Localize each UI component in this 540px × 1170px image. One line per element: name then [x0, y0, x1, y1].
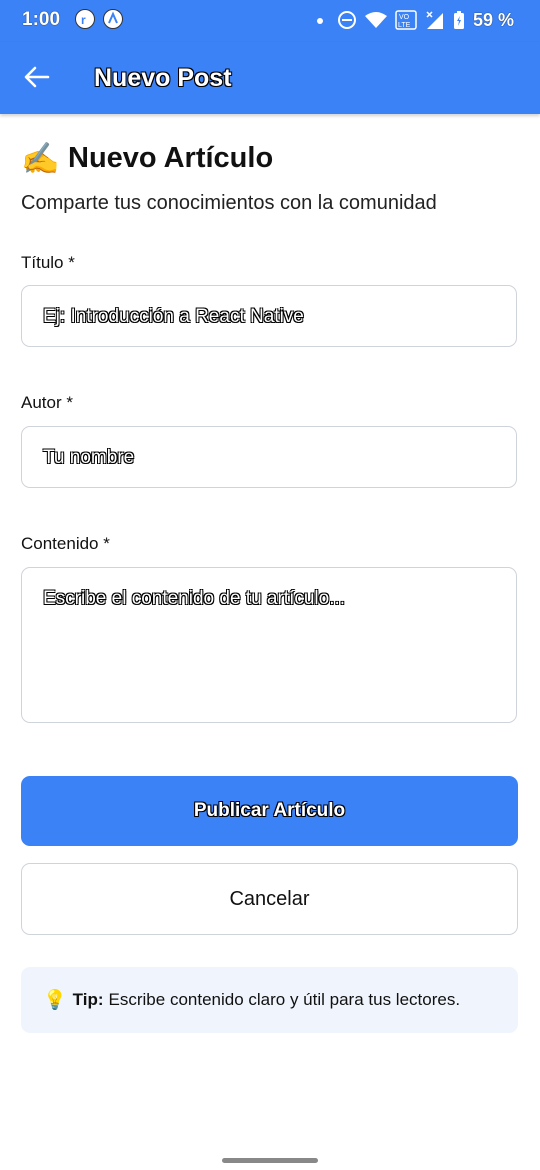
status-bar: 1:00 r VO LTE 59 % — [0, 0, 540, 42]
page-title: Nuevo Artículo — [68, 142, 274, 174]
author-label: Autor * — [21, 393, 73, 412]
title-input[interactable]: Ej: Introducción a React Native — [21, 285, 517, 347]
volte-icon: VO LTE — [395, 10, 417, 30]
page-heading: ✍️ Nuevo Artículo — [21, 140, 273, 177]
cancel-button[interactable]: Cancelar — [21, 863, 518, 935]
arrow-left-icon[interactable] — [22, 62, 52, 92]
tip-text: Escribe contenido claro y útil para tus … — [108, 990, 461, 1009]
dnd-icon — [337, 11, 356, 29]
app-r-icon: r — [75, 9, 95, 29]
svg-text:LTE: LTE — [398, 22, 411, 29]
content-placeholder: Escribe el contenido de tu artículo... — [43, 588, 346, 609]
author-input[interactable]: Tu nombre — [21, 426, 517, 488]
notification-dot-icon — [317, 18, 323, 24]
publish-button[interactable]: Publicar Artículo — [21, 776, 518, 846]
author-placeholder: Tu nombre — [43, 447, 135, 468]
content-textarea[interactable]: Escribe el contenido de tu artículo... — [21, 567, 517, 723]
app-a-icon — [103, 9, 123, 29]
writing-hand-icon: ✍️ — [21, 141, 60, 176]
tip-box: 💡 Tip: Escribe contenido claro y útil pa… — [21, 967, 518, 1033]
svg-text:VO: VO — [399, 14, 410, 21]
tip-label: Tip: — [72, 990, 104, 1009]
status-time: 1:00 — [22, 9, 61, 30]
cancel-button-label: Cancelar — [229, 887, 310, 910]
content-label: Contenido * — [21, 534, 110, 553]
publish-button-label: Publicar Artículo — [193, 800, 346, 821]
svg-text:r: r — [81, 13, 86, 27]
title-placeholder: Ej: Introducción a React Native — [43, 306, 304, 327]
signal-icon — [426, 11, 443, 29]
battery-icon — [453, 11, 464, 29]
wifi-icon — [364, 12, 387, 28]
home-indicator[interactable] — [222, 1158, 318, 1163]
battery-percentage: 59 % — [472, 9, 514, 30]
title-label: Título * — [21, 253, 75, 272]
app-bar: Nuevo Post — [0, 42, 540, 114]
lightbulb-icon: 💡 — [43, 990, 67, 1011]
page-subtitle: Comparte tus conocimientos con la comuni… — [21, 192, 437, 214]
app-bar-title: Nuevo Post — [94, 64, 232, 92]
